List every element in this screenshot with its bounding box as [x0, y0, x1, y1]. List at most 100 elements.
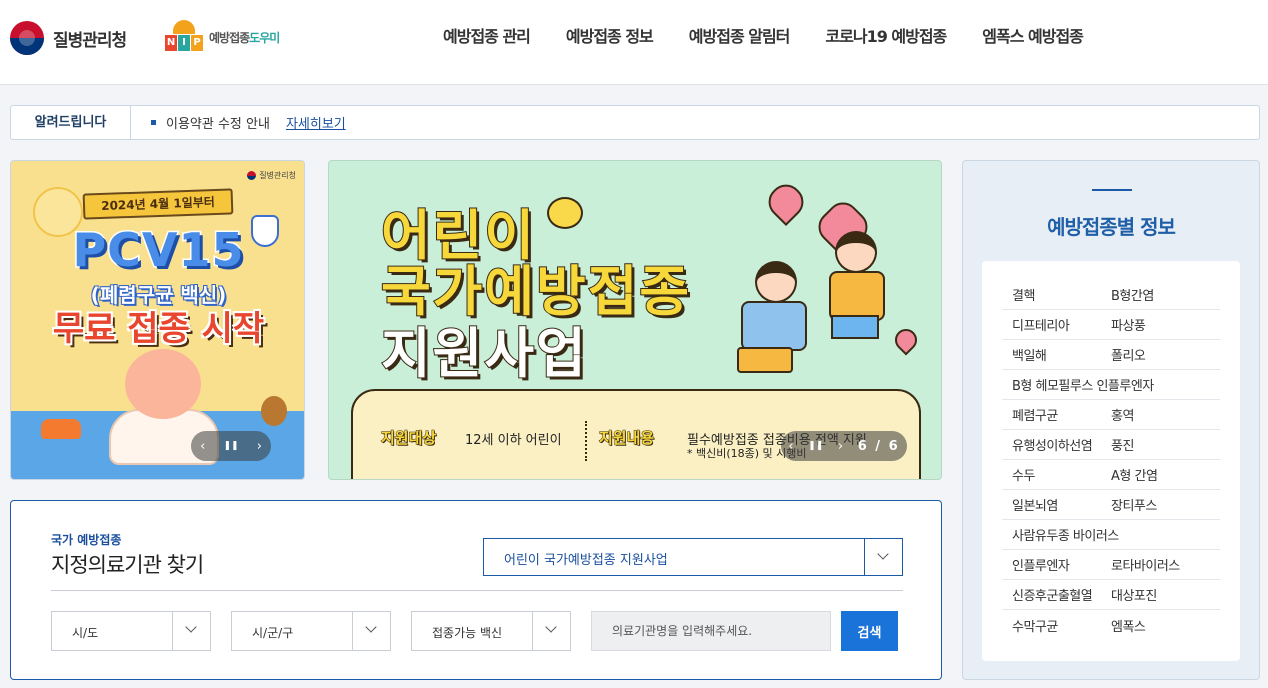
vaccine-link[interactable]: 일본뇌염 [1002, 495, 1111, 514]
nip-letter: P [191, 35, 203, 51]
vaccine-row: 수두 A형 간염 [1002, 460, 1220, 490]
clinic-finder-panel: 국가 예방접종 지정의료기관 찾기 어린이 국가예방접종 지원사업 시/도 시/… [10, 500, 942, 680]
vaccine-row: 디프테리아 파상풍 [1002, 310, 1220, 340]
vaccine-row: 사람유두종 바이러스 [1002, 520, 1220, 550]
heart-icon [761, 177, 811, 227]
baby-illustration [125, 349, 201, 419]
vaccine-link[interactable]: 디프테리아 [1002, 315, 1111, 334]
vaccine-row: 신증후군출혈열 대상포진 [1002, 580, 1220, 610]
teddy-bear-illustration [261, 396, 287, 426]
nav-vaccination-management[interactable]: 예방접종 관리 [425, 24, 548, 50]
banner-org-name: 질병관리청 [259, 171, 296, 180]
nav-vaccination-notice[interactable]: 예방접종 알림터 [671, 24, 808, 50]
next-icon[interactable]: › [251, 439, 268, 454]
banner-headline-3: 지원사업 [380, 321, 588, 386]
vaccine-row: 수막구균 엠폭스 [1002, 610, 1220, 640]
notice-title: 알려드립니다 [11, 106, 131, 139]
nip-text-accent: 도우미 [249, 30, 280, 45]
vaccine-link[interactable]: 인플루엔자 [1002, 555, 1111, 574]
notice-text: 이용약관 수정 안내 [166, 117, 270, 132]
city-select-value: 시/군/구 [252, 626, 294, 640]
clinic-search-input[interactable] [591, 611, 831, 651]
chevron-down-icon[interactable] [352, 612, 390, 650]
vaccine-link[interactable]: 유행성이하선염 [1002, 435, 1111, 454]
girl-illustration [729, 261, 829, 401]
nip-text: 예방접종도우미 [209, 29, 280, 46]
vaccine-info-panel: 예방접종별 정보 결핵 B형간염 디프테리아 파상풍 백일해 폴리오 B형 헤모필루스 인플… [962, 160, 1260, 680]
notice-more-link[interactable]: 자세히보기 [286, 113, 346, 132]
org-name: 질병관리청 [53, 30, 127, 51]
vaccine-row: B형 헤모필루스 인플루엔자 [1002, 370, 1220, 400]
finder-title: 지정의료기관 찾기 [51, 553, 204, 577]
divider [51, 590, 903, 591]
vaccine-select[interactable]: 접종가능 백신 [411, 611, 571, 651]
vaccine-info-title: 예방접종별 정보 [1047, 215, 1176, 239]
vaccine-link[interactable]: 파상풍 [1111, 315, 1146, 334]
nip-text-main: 예방접종 [209, 30, 250, 45]
vaccine-link[interactable]: 사람유두종 바이러스 [1002, 525, 1119, 544]
province-select[interactable]: 시/도 [51, 611, 211, 651]
vaccine-link[interactable]: 수두 [1002, 465, 1111, 484]
nip-sun-icon: N I P [165, 20, 205, 54]
girl-illustration [819, 201, 899, 351]
nav-mpox-vaccination[interactable]: 엠폭스 예방접종 [964, 24, 1101, 50]
vaccine-link[interactable]: 신증후군출혈열 [1002, 585, 1111, 604]
vaccine-link[interactable]: 백일해 [1002, 345, 1111, 364]
chevron-down-icon[interactable] [172, 612, 210, 650]
chevron-down-icon[interactable] [864, 539, 902, 575]
vaccine-link[interactable]: 폐렴구균 [1002, 405, 1111, 424]
next-icon[interactable]: › [832, 439, 849, 454]
pause-icon[interactable]: ❚❚ [217, 441, 244, 451]
vaccine-row: 백일해 폴리오 [1002, 340, 1220, 370]
vaccine-row: 인플루엔자 로타바이러스 [1002, 550, 1220, 580]
pcv15-banner[interactable]: 질병관리청 2024년 4월 1일부터 PCV15 (폐렴구균 백신) 무료 접… [10, 160, 305, 480]
vaccine-link[interactable]: B형간염 [1111, 285, 1154, 304]
slide-counter: 6 / 6 [857, 438, 900, 454]
divider [585, 421, 587, 461]
banner-controls: ‹ ❚❚ › 6 / 6 [781, 431, 907, 461]
banner-org-mark: 질병관리청 [247, 170, 296, 181]
vaccine-link[interactable]: 폴리오 [1111, 345, 1146, 364]
taegeuk-emblem-icon [247, 171, 257, 180]
toy-car-illustration [41, 419, 81, 439]
pause-icon[interactable]: ❚❚ [802, 441, 829, 451]
prev-icon[interactable]: ‹ [782, 439, 799, 454]
nav-covid19-vaccination[interactable]: 코로나19 예방접종 [807, 24, 964, 50]
chick-icon [547, 197, 583, 229]
nip-logo[interactable]: N I P 예방접종도우미 [165, 20, 280, 54]
program-select-value: 어린이 국가예방접종 지원사업 [504, 553, 668, 568]
finder-subtitle: 국가 예방접종 [51, 533, 122, 547]
vaccine-link[interactable]: 홍역 [1111, 405, 1134, 424]
vaccine-link[interactable]: 수막구균 [1002, 616, 1111, 635]
vaccine-link[interactable]: 로타바이러스 [1111, 555, 1180, 574]
vaccine-link[interactable]: 대상포진 [1111, 585, 1157, 604]
vaccine-link[interactable]: 엠폭스 [1111, 616, 1146, 635]
prev-icon[interactable]: ‹ [194, 439, 211, 454]
kdca-logo[interactable]: 질병관리청 [10, 21, 127, 55]
search-button[interactable]: 검색 [841, 611, 898, 651]
taegeuk-emblem-icon [10, 21, 44, 55]
vaccine-select-value: 접종가능 백신 [432, 626, 503, 640]
vaccine-link[interactable]: B형 헤모필루스 인플루엔자 [1002, 375, 1154, 394]
chevron-down-icon[interactable] [532, 612, 570, 650]
main-nav: 예방접종 관리 예방접종 정보 예방접종 알림터 코로나19 예방접종 엠폭스 … [425, 24, 1101, 50]
child-vaccination-banner[interactable]: 어린이 국가예방접종 지원사업 지원대상 12세 이하 어린이 지원내용 필수예… [328, 160, 942, 480]
banner-headline: PCV15 [71, 222, 245, 279]
vaccine-link[interactable]: 장티푸스 [1111, 495, 1157, 514]
content-label: 지원내용 [598, 429, 655, 448]
program-select[interactable]: 어린이 국가예방접종 지원사업 [483, 538, 903, 576]
nip-letter: N [165, 35, 177, 51]
province-select-value: 시/도 [72, 626, 99, 640]
nip-letter: I [178, 35, 190, 51]
title-accent-bar [1092, 189, 1132, 191]
site-header: 질병관리청 N I P 예방접종도우미 예방접종 관리 예방접종 정보 예방접종… [0, 0, 1268, 85]
notice-bar: 알려드립니다 이용약관 수정 안내 자세히보기 [10, 105, 1260, 140]
vaccine-row: 폐렴구균 홍역 [1002, 400, 1220, 430]
target-label: 지원대상 [380, 429, 437, 448]
city-select[interactable]: 시/군/구 [231, 611, 391, 651]
nav-vaccination-info[interactable]: 예방접종 정보 [548, 24, 671, 50]
vaccine-link[interactable]: 풍진 [1111, 435, 1134, 454]
vaccine-link[interactable]: 결핵 [1002, 285, 1111, 304]
vaccine-link[interactable]: A형 간염 [1111, 465, 1158, 484]
vaccine-list: 결핵 B형간염 디프테리아 파상풍 백일해 폴리오 B형 헤모필루스 인플루엔자 폐렴구균 홍역… [982, 261, 1240, 661]
